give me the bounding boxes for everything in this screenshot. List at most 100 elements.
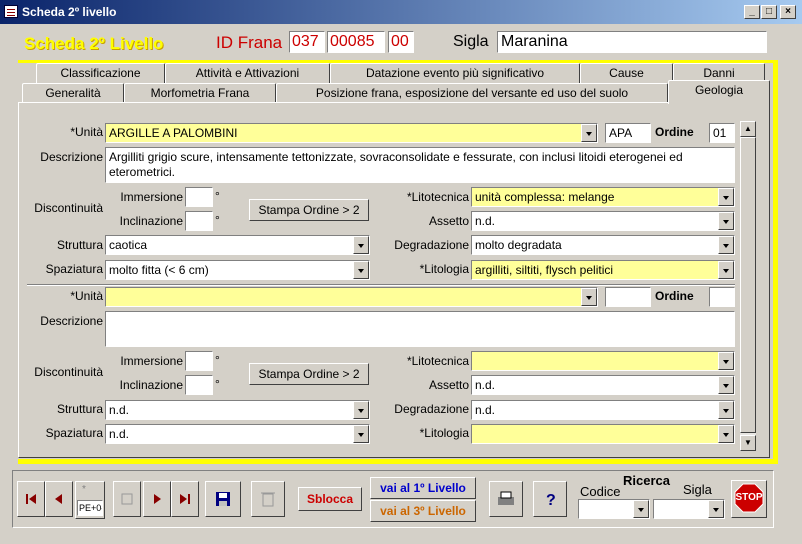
chevron-down-icon[interactable] — [718, 236, 734, 254]
stampa-ordine-button-1[interactable]: Stampa Ordine > 2 — [249, 199, 369, 221]
inclinazione1-degree: ° — [215, 213, 220, 227]
unita2-sigla[interactable] — [605, 287, 651, 307]
descrizione2-field[interactable] — [105, 311, 735, 347]
immersione1-field[interactable] — [185, 187, 213, 207]
tab-classificazione[interactable]: Classificazione — [36, 63, 165, 83]
immersione1-label: Immersione — [120, 190, 183, 204]
tab-datazione[interactable]: Datazione evento più significativo — [330, 63, 580, 83]
vai-primo-livello-button[interactable]: vai al 1º Livello — [370, 477, 476, 499]
delete-record-button[interactable] — [113, 481, 141, 517]
record-number-field[interactable]: PE+0‹ — [77, 500, 103, 516]
inclinazione1-field[interactable] — [185, 211, 213, 231]
help-button[interactable]: ? — [533, 481, 567, 517]
chevron-down-icon[interactable] — [633, 500, 649, 518]
tab-generalita[interactable]: Generalità — [22, 83, 124, 103]
ordine2-field[interactable] — [709, 287, 735, 307]
chevron-down-icon[interactable] — [581, 288, 597, 306]
litotecnica2-select[interactable] — [471, 351, 735, 371]
immersione2-label: Immersione — [120, 354, 183, 368]
sigla-field[interactable]: Maranina — [497, 31, 767, 53]
vai-terzo-livello-button[interactable]: vai al 3º Livello — [370, 500, 476, 522]
chevron-down-icon[interactable] — [353, 236, 369, 254]
chevron-down-icon[interactable] — [718, 352, 734, 370]
assetto2-label: Assetto — [428, 378, 469, 392]
print-button[interactable] — [489, 481, 523, 517]
spaziatura1-value: molto fitta (< 6 cm) — [109, 263, 209, 277]
id-part-2[interactable]: 00085 — [327, 31, 385, 53]
chevron-down-icon[interactable] — [718, 212, 734, 230]
struttura2-select[interactable]: n.d. — [105, 400, 370, 420]
unita1-sigla[interactable]: APA — [605, 123, 651, 143]
chevron-down-icon[interactable] — [708, 500, 724, 518]
struttura1-label: Struttura — [56, 238, 103, 252]
first-record-button[interactable] — [17, 481, 45, 517]
struttura2-value: n.d. — [109, 403, 130, 417]
chevron-down-icon[interactable] — [718, 401, 734, 419]
spaziatura2-select[interactable]: n.d. — [105, 424, 370, 444]
chevron-down-icon[interactable] — [353, 401, 369, 419]
codice-search-select[interactable] — [578, 499, 650, 519]
minimize-button[interactable]: _ — [744, 5, 760, 19]
tab-geologia[interactable]: Geologia — [668, 80, 770, 104]
struttura1-select[interactable]: caotica — [105, 235, 370, 255]
litotecnica2-label: *Litotecnica — [406, 354, 469, 368]
save-button[interactable] — [205, 481, 241, 517]
degradazione1-select[interactable]: molto degradata — [471, 235, 735, 255]
scrollbar[interactable]: ▲ ▼ — [740, 121, 756, 451]
sigla-search-select[interactable] — [653, 499, 725, 519]
unita2-select[interactable] — [105, 287, 598, 307]
ordine2-label: Ordine — [655, 289, 694, 303]
unita1-select[interactable]: ARGILLE A PALOMBINI — [105, 123, 598, 143]
litologia2-select[interactable] — [471, 424, 735, 444]
assetto1-label: Assetto — [428, 214, 469, 228]
last-record-button[interactable] — [171, 481, 199, 517]
delete-button[interactable] — [251, 481, 285, 517]
tab-posizione[interactable]: Posizione frana, esposizione del versant… — [276, 83, 668, 103]
chevron-down-icon[interactable] — [353, 261, 369, 279]
assetto1-value: n.d. — [475, 214, 496, 228]
chevron-down-icon[interactable] — [718, 376, 734, 394]
unita1-label: *Unità — [70, 125, 103, 139]
litotecnica1-select[interactable]: unità complessa: melange — [471, 187, 735, 207]
ricerca-label: Ricerca — [623, 473, 670, 488]
spaziatura2-value: n.d. — [109, 427, 130, 441]
descrizione1-field[interactable]: Argilliti grigio scure, intensamente tet… — [105, 147, 735, 183]
prev-record-button[interactable] — [45, 481, 73, 517]
chevron-down-icon[interactable] — [718, 261, 734, 279]
sblocca-button[interactable]: Sblocca — [298, 487, 362, 511]
chevron-down-icon[interactable] — [718, 188, 734, 206]
chevron-down-icon[interactable] — [718, 425, 734, 443]
ordine1-field[interactable]: 01 — [709, 123, 735, 143]
inclinazione2-field[interactable] — [185, 375, 213, 395]
assetto2-select[interactable]: n.d. — [471, 375, 735, 395]
tab-cause[interactable]: Cause — [580, 63, 673, 83]
floppy-disk-icon — [216, 492, 230, 506]
maximize-button[interactable]: □ — [761, 5, 777, 19]
inclinazione1-label: Inclinazione — [119, 214, 183, 228]
spaziatura1-select[interactable]: molto fitta (< 6 cm) — [105, 260, 370, 280]
form-icon — [4, 5, 18, 18]
close-button[interactable]: × — [780, 5, 796, 19]
prev-record-icon — [55, 494, 62, 504]
scroll-down-button[interactable]: ▼ — [740, 435, 756, 451]
scroll-up-button[interactable]: ▲ — [740, 121, 756, 137]
id-part-3[interactable]: 00 — [388, 31, 414, 53]
id-frana-label: ID Frana — [216, 33, 283, 52]
id-part-1[interactable]: 037 — [289, 31, 325, 53]
immersione1-degree: ° — [215, 189, 220, 203]
chevron-down-icon[interactable] — [581, 124, 597, 142]
stampa-ordine-button-2[interactable]: Stampa Ordine > 2 — [249, 363, 369, 385]
degradazione2-select[interactable]: n.d. — [471, 400, 735, 420]
tab-morfometria[interactable]: Morfometria Frana — [124, 83, 276, 103]
litologia2-label: *Litologia — [419, 426, 469, 440]
scroll-thumb[interactable] — [740, 137, 756, 433]
stop-button[interactable]: STOP — [731, 480, 767, 518]
new-record-button[interactable]: * PE+0‹ — [75, 481, 105, 519]
next-record-button[interactable] — [143, 481, 171, 517]
chevron-down-icon[interactable] — [353, 425, 369, 443]
immersione2-field[interactable] — [185, 351, 213, 371]
tab-attivita[interactable]: Attività e Attivazioni — [165, 63, 330, 83]
litologia1-select[interactable]: argilliti, siltiti, flysch pelitici — [471, 260, 735, 280]
assetto1-select[interactable]: n.d. — [471, 211, 735, 231]
descrizione1-label: Descrizione — [40, 150, 103, 164]
